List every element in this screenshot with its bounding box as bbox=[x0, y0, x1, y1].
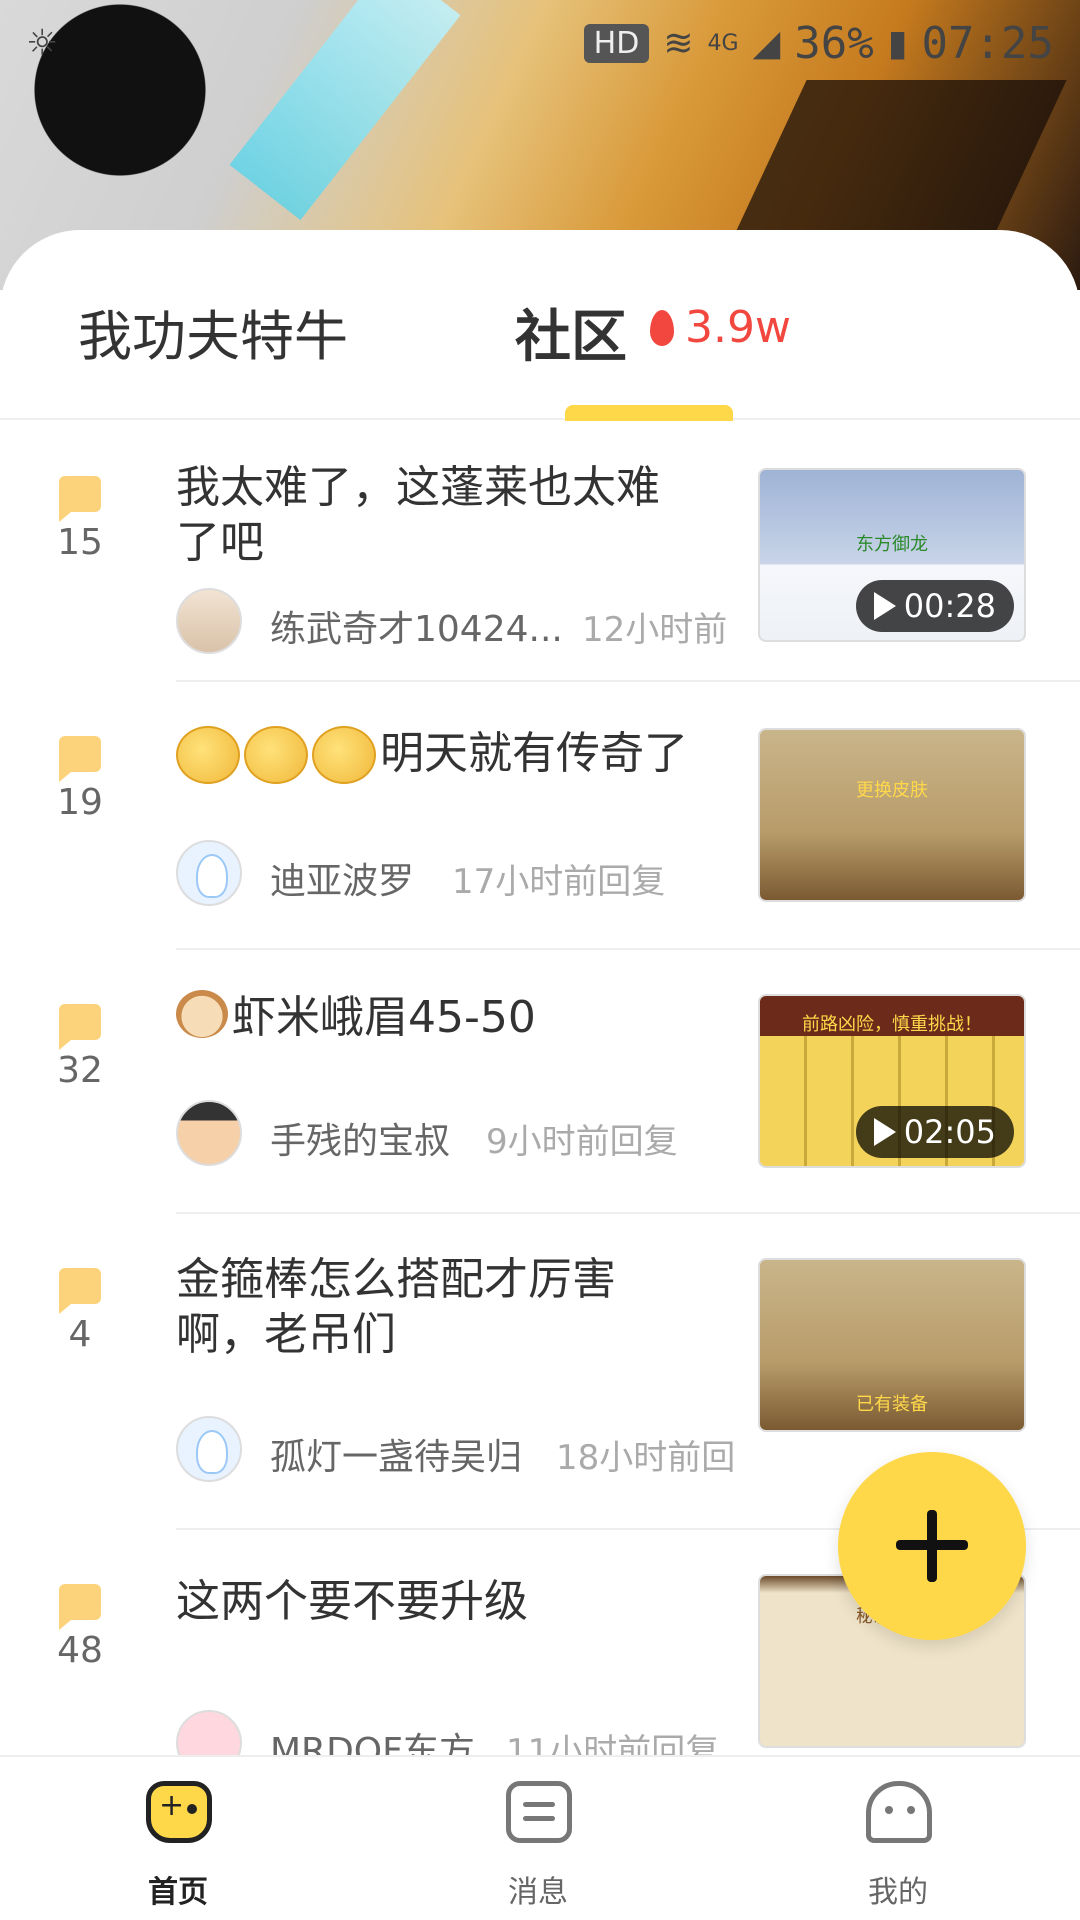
dog-emoji-icon bbox=[176, 990, 228, 1038]
clock: 07:25 bbox=[921, 17, 1054, 69]
post-author[interactable]: 练武奇才10424... bbox=[270, 600, 563, 652]
duration-text: 02:05 bbox=[903, 1113, 996, 1151]
nav-messages-label: 消息 bbox=[508, 1875, 568, 1910]
thumb-caption: 更换皮肤 bbox=[856, 780, 928, 801]
post-title-text: 虾米峨眉45-50 bbox=[232, 992, 536, 1043]
post-time: 12小时前 bbox=[582, 610, 728, 650]
post-thumbnail[interactable]: 更换皮肤 bbox=[758, 728, 1026, 902]
post-title[interactable]: 这两个要不要升级 bbox=[176, 1574, 696, 1629]
avatar[interactable] bbox=[176, 1100, 242, 1166]
play-icon bbox=[873, 592, 896, 620]
network-label: 4G bbox=[707, 30, 739, 56]
avatar[interactable] bbox=[176, 1416, 242, 1482]
comment-count: 4 bbox=[68, 1314, 92, 1355]
post-title[interactable]: 我太难了，这蓬莱也太难了吧 bbox=[176, 460, 696, 570]
comment-icon bbox=[59, 1004, 101, 1050]
duration-text: 00:28 bbox=[903, 587, 996, 625]
comment-icon bbox=[59, 1268, 101, 1314]
emoji-group bbox=[176, 726, 376, 784]
comment-icon bbox=[59, 1584, 101, 1630]
laughing-emoji-icon bbox=[312, 726, 376, 784]
nav-me[interactable]: 我的 bbox=[788, 1757, 1008, 1920]
fire-icon bbox=[650, 310, 674, 346]
comment-count: 15 bbox=[57, 522, 103, 563]
laughing-emoji-icon bbox=[244, 726, 308, 784]
thumb-caption: 已有装备 bbox=[856, 1394, 928, 1415]
signal-icon: ◢ bbox=[752, 22, 781, 64]
nav-me-label: 我的 bbox=[868, 1875, 928, 1910]
post-title[interactable]: 金箍棒怎么搭配才厉害啊，老吊们 bbox=[176, 1252, 646, 1362]
tab-indicator bbox=[565, 405, 733, 421]
comment-count: 48 bbox=[57, 1630, 103, 1671]
list-item[interactable]: 32 虾米峨眉45-50 手残的宝叔 9小时前回复 前路凶险，慎重挑战！ 02:… bbox=[0, 950, 1080, 1214]
heat-count: 3.9w bbox=[685, 302, 791, 353]
battery-icon: ▮ bbox=[887, 22, 908, 64]
hd-badge: HD bbox=[583, 23, 650, 63]
avatar[interactable] bbox=[176, 1710, 242, 1760]
comment-count: 19 bbox=[57, 782, 103, 823]
post-author[interactable]: 迪亚波罗 bbox=[270, 852, 414, 904]
post-author[interactable]: 孤灯一盏待吴归 bbox=[270, 1428, 522, 1480]
comment-icon bbox=[59, 736, 101, 782]
post-author[interactable]: 手残的宝叔 bbox=[270, 1112, 450, 1164]
tab-community[interactable]: 社区 bbox=[515, 292, 627, 373]
ghost-profile-icon bbox=[866, 1781, 932, 1843]
battery-percent: 36% bbox=[794, 17, 874, 69]
video-duration: 02:05 bbox=[855, 1106, 1014, 1158]
post-time: 17小时前回复 bbox=[452, 862, 666, 902]
thumb-caption: 东方御龙 bbox=[856, 534, 928, 555]
tab-game[interactable]: 我功夫特牛 bbox=[78, 292, 348, 371]
comment-icon bbox=[59, 476, 101, 522]
avatar[interactable] bbox=[176, 840, 242, 906]
post-thumbnail[interactable]: 东方御龙 00:28 bbox=[758, 468, 1026, 642]
list-item[interactable]: 15 我太难了，这蓬莱也太难了吧 练武奇才10424... 12小时前 东方御龙… bbox=[0, 422, 1080, 682]
thumb-caption: 前路凶险，慎重挑战！ bbox=[802, 1014, 982, 1035]
post-time: 9小时前回复 bbox=[486, 1122, 678, 1162]
weather-icon: ☼ bbox=[26, 22, 59, 64]
gamepad-icon bbox=[146, 1781, 212, 1843]
play-icon bbox=[873, 1118, 896, 1146]
post-title[interactable]: 虾米峨眉45-50 bbox=[176, 990, 696, 1045]
message-icon bbox=[506, 1781, 572, 1843]
nav-home-label: 首页 bbox=[148, 1875, 208, 1910]
post-time: 18小时前回 bbox=[556, 1438, 736, 1478]
comment-count: 32 bbox=[57, 1050, 103, 1091]
video-duration: 00:28 bbox=[855, 580, 1014, 632]
post-thumbnail[interactable]: 已有装备 bbox=[758, 1258, 1026, 1432]
laughing-emoji-icon bbox=[176, 726, 240, 784]
post-title[interactable]: 明天就有传奇了 bbox=[380, 726, 720, 781]
wifi-icon: ≋ bbox=[663, 22, 694, 64]
status-bar: ☼ HD ≋ 4G ◢ 36% ▮ 07:25 bbox=[0, 0, 1080, 86]
list-item[interactable]: 19 明天就有传奇了 迪亚波罗 17小时前回复 更换皮肤 bbox=[0, 682, 1080, 950]
nav-home[interactable]: 首页 bbox=[68, 1757, 288, 1920]
nav-messages[interactable]: 消息 bbox=[428, 1757, 648, 1920]
tab-bar: 我功夫特牛 社区 3.9w bbox=[0, 230, 1080, 421]
avatar[interactable] bbox=[176, 588, 242, 654]
post-thumbnail[interactable]: 前路凶险，慎重挑战！ 02:05 bbox=[758, 994, 1026, 1168]
bottom-nav: 首页 消息 我的 bbox=[0, 1755, 1080, 1920]
create-post-button[interactable] bbox=[838, 1452, 1026, 1640]
